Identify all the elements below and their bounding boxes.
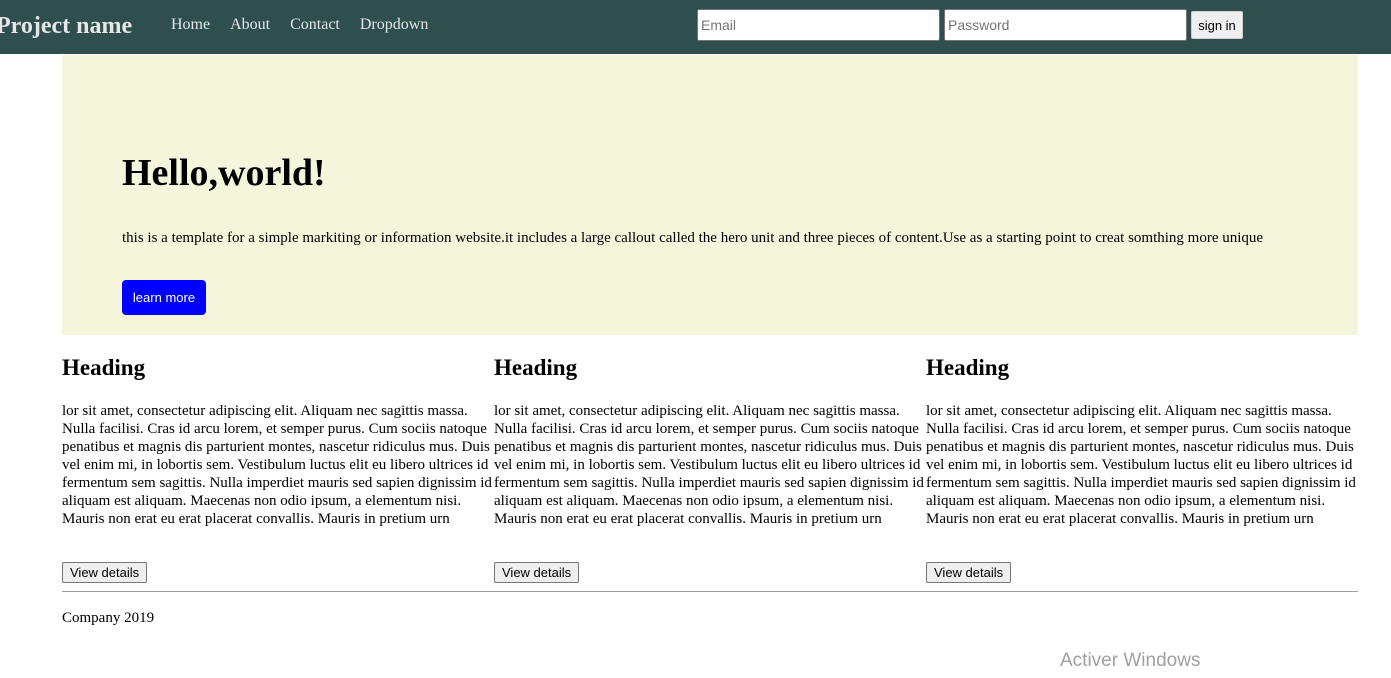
column-heading: Heading bbox=[494, 355, 578, 380]
email-field[interactable] bbox=[697, 9, 940, 41]
content-column-3: Heading lor sit amet, consectetur adipis… bbox=[926, 354, 1358, 583]
column-text: lor sit amet, consectetur adipiscing eli… bbox=[926, 403, 1356, 527]
hero-title: Hello,world! bbox=[122, 152, 326, 194]
learn-more-button[interactable]: learn more bbox=[122, 280, 206, 315]
hero-unit: Hello,world! this is a template for a si… bbox=[62, 55, 1358, 335]
sign-in-button[interactable]: sign in bbox=[1191, 11, 1243, 39]
column-heading: Heading bbox=[926, 355, 1010, 380]
footer-divider bbox=[62, 591, 1358, 592]
nav-link-home[interactable]: Home bbox=[171, 16, 210, 34]
content-column-2: Heading lor sit amet, consectetur adipis… bbox=[494, 354, 926, 583]
hero-text: this is a template for a simple markitin… bbox=[122, 230, 1264, 246]
windows-activation-watermark: Activer Windows bbox=[1060, 650, 1201, 671]
nav-links: Home About Contact Dropdown bbox=[171, 16, 448, 34]
column-heading: Heading bbox=[62, 355, 146, 380]
navbar: Project name Home About Contact Dropdown… bbox=[0, 0, 1391, 54]
column-text: lor sit amet, consectetur adipiscing eli… bbox=[494, 403, 924, 527]
content-column-1: Heading lor sit amet, consectetur adipis… bbox=[62, 354, 494, 583]
nav-link-about[interactable]: About bbox=[230, 16, 270, 34]
footer-text: Company 2019 bbox=[62, 610, 155, 626]
password-field[interactable] bbox=[944, 9, 1187, 41]
column-text: lor sit amet, consectetur adipiscing eli… bbox=[62, 403, 492, 527]
view-details-button[interactable]: View details bbox=[926, 562, 1012, 583]
nav-link-contact[interactable]: Contact bbox=[290, 16, 340, 34]
view-details-button[interactable]: View details bbox=[62, 562, 148, 583]
nav-link-dropdown[interactable]: Dropdown bbox=[360, 16, 428, 34]
view-details-button[interactable]: View details bbox=[494, 562, 580, 583]
brand-name[interactable]: Project name bbox=[0, 12, 132, 40]
